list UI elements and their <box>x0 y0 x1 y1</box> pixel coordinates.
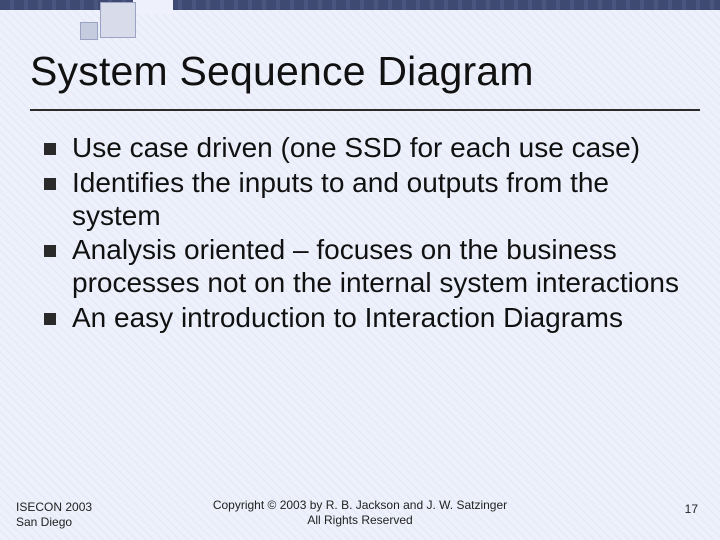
bullet-text: Analysis oriented – focuses on the busin… <box>72 234 679 298</box>
header-bar-gap <box>133 0 173 14</box>
bullet-item: Analysis oriented – focuses on the busin… <box>44 234 690 300</box>
bullet-item: Use case driven (one SSD for each use ca… <box>44 132 690 165</box>
footer-copyright-line1: Copyright © 2003 by R. B. Jackson and J.… <box>0 498 720 513</box>
bullet-text: Use case driven (one SSD for each use ca… <box>72 132 640 163</box>
slide: System Sequence Diagram Use case driven … <box>0 0 720 540</box>
bullet-text: An easy introduction to Interaction Diag… <box>72 302 623 333</box>
slide-title: System Sequence Diagram <box>30 48 534 95</box>
footer-page-number: 17 <box>685 502 698 516</box>
slide-footer: ISECON 2003 San Diego Copyright © 2003 b… <box>0 492 720 530</box>
bullet-text: Identifies the inputs to and outputs fro… <box>72 167 609 231</box>
header-square-large <box>100 2 136 38</box>
slide-body: Use case driven (one SSD for each use ca… <box>44 132 690 337</box>
bullet-item: Identifies the inputs to and outputs fro… <box>44 167 690 233</box>
footer-center: Copyright © 2003 by R. B. Jackson and J.… <box>0 498 720 528</box>
bullet-list: Use case driven (one SSD for each use ca… <box>44 132 690 335</box>
footer-copyright-line2: All Rights Reserved <box>0 513 720 528</box>
decorative-header <box>0 0 720 14</box>
title-underline <box>30 109 700 111</box>
bullet-item: An easy introduction to Interaction Diag… <box>44 302 690 335</box>
header-square-small <box>80 22 98 40</box>
